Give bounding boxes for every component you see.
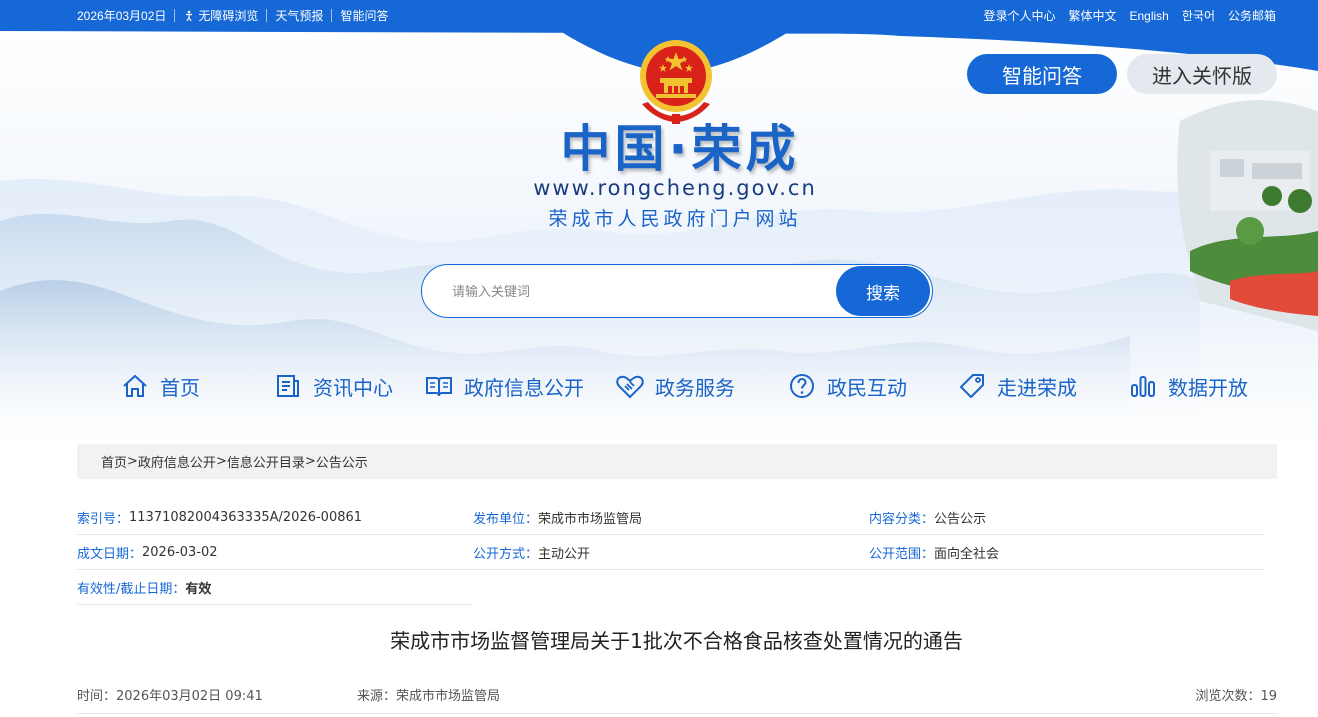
divider <box>266 9 268 22</box>
meta-value: 2026-03-02 <box>142 544 218 560</box>
meta-value: 公告公示 <box>934 511 987 527</box>
meta-index: 索引号： 11371082004363335A/2026-00861 <box>77 500 473 535</box>
meta-method: 公开方式： 主动公开 <box>473 535 869 570</box>
banner: 智能问答 进入关怀版 中国·荣成 www.rongcheng.gov.cn 荣成… <box>0 31 1318 441</box>
site-subtitle: 荣成市人民政府门户网站 <box>548 208 802 230</box>
english-link[interactable]: English <box>1130 9 1169 23</box>
nav-item-about[interactable]: 走进荣成 <box>957 368 1077 404</box>
nav-item-open-data[interactable]: 数据开放 <box>1128 368 1248 404</box>
breadcrumb-gov-info[interactable]: 政府信息公开 <box>138 452 216 471</box>
traditional-chinese-link[interactable]: 繁体中文 <box>1068 7 1116 24</box>
accessibility-icon <box>186 10 193 21</box>
meta-date: 成文日期： 2026-03-02 <box>77 535 473 570</box>
top-bar-left: 2026年03月02日 无障碍浏览 天气预报 智能问答 <box>77 0 388 31</box>
home-icon <box>123 374 147 397</box>
meta-label: 公开范围： <box>869 546 935 562</box>
divider <box>331 9 333 22</box>
nav-item-news[interactable]: 资讯中心 <box>273 368 393 404</box>
search-button[interactable]: 搜索 <box>836 266 930 316</box>
meta-row: 索引号： 11371082004363335A/2026-00861 发布单位：… <box>77 500 1265 535</box>
meta-label: 内容分类： <box>869 511 935 527</box>
article-info-bar: 时间：2026年03月02日 09:41 来源：荣成市市场监管局 浏览次数：19 <box>77 682 1277 714</box>
breadcrumb-separator: > <box>215 454 227 469</box>
news-icon <box>277 375 299 397</box>
meta-value: 11371082004363335A/2026-00861 <box>129 509 363 525</box>
nav-label: 走进荣成 <box>997 375 1077 400</box>
search-box: 搜索 <box>421 264 933 318</box>
site-title: 中国·荣成 <box>560 120 800 178</box>
article-time: 时间：2026年03月02日 09:41 <box>77 689 263 704</box>
nav-item-services[interactable]: 政务服务 <box>615 368 735 404</box>
meta-scope: 公开范围： 面向全社会 <box>869 535 1265 570</box>
smart-qa-button[interactable]: 智能问答 <box>967 54 1117 94</box>
nav-item-home[interactable]: 首页 <box>120 368 200 404</box>
breadcrumb-current[interactable]: 公告公示 <box>316 452 368 471</box>
breadcrumb: 首页 > 政府信息公开 > 信息公开目录 > 公告公示 <box>77 444 1277 479</box>
article-views: 浏览次数：19 <box>1195 689 1277 704</box>
article-source: 来源：荣成市市场监管局 <box>357 689 501 704</box>
divider <box>174 9 176 22</box>
nav-label: 政务服务 <box>655 375 735 400</box>
meta-publisher: 发布单位： 荣成市市场监管局 <box>473 500 869 535</box>
official-mail-link[interactable]: 公务邮箱 <box>1228 7 1276 24</box>
site-url: www.rongcheng.gov.cn <box>533 176 817 200</box>
current-date: 2026年03月02日 <box>77 9 167 23</box>
nav-label: 政府信息公开 <box>464 375 584 400</box>
care-mode-button[interactable]: 进入关怀版 <box>1127 54 1277 94</box>
breadcrumb-home[interactable]: 首页 <box>101 452 127 471</box>
meta-label: 成文日期： <box>77 546 143 562</box>
question-icon <box>790 374 814 398</box>
nav-label: 数据开放 <box>1168 375 1248 400</box>
meta-row: 成文日期： 2026-03-02 公开方式： 主动公开 公开范围： 面向全社会 <box>77 535 1265 570</box>
login-link[interactable]: 登录个人中心 <box>983 7 1055 24</box>
breadcrumb-separator: > <box>127 454 138 469</box>
document-meta-table: 索引号： 11371082004363335A/2026-00861 发布单位：… <box>77 500 1265 605</box>
accessibility-link[interactable]: 无障碍浏览 <box>183 7 258 24</box>
accessibility-label: 无障碍浏览 <box>198 9 259 23</box>
search-input[interactable] <box>452 279 832 305</box>
book-icon <box>426 377 452 397</box>
meta-value: 主动公开 <box>538 546 591 562</box>
nav-label: 政民互动 <box>827 375 907 400</box>
breadcrumb-catalog[interactable]: 信息公开目录 <box>227 452 305 471</box>
meta-value: 有效 <box>185 581 212 597</box>
article-title: 荣成市市场监督管理局关于1批次不合格食品核查处置情况的通告 <box>390 629 963 653</box>
meta-category: 内容分类： 公告公示 <box>869 500 1265 535</box>
qa-link[interactable]: 智能问答 <box>340 7 388 24</box>
meta-label: 公开方式： <box>473 546 539 562</box>
breadcrumb-separator: > <box>304 454 316 469</box>
handshake-icon <box>616 375 644 399</box>
korean-link[interactable]: 한국어 <box>1182 7 1215 24</box>
bar-chart-icon <box>1131 376 1155 397</box>
nav-item-gov-info[interactable]: 政府信息公开 <box>424 368 584 404</box>
meta-value: 面向全社会 <box>934 546 1000 562</box>
nav-label: 首页 <box>160 375 200 400</box>
meta-label: 有效性/截止日期： <box>77 581 186 597</box>
top-bar: 2026年03月02日 无障碍浏览 天气预报 智能问答 登录个人中心 繁体中文 … <box>0 0 1318 31</box>
main-nav: 首页 资讯中心 政府信息公开 政务服务 政民互动 走进荣成 数据开放 <box>0 368 1318 404</box>
meta-value: 荣成市市场监管局 <box>538 511 643 527</box>
nav-label: 资讯中心 <box>313 375 393 400</box>
top-bar-right: 登录个人中心 繁体中文 English 한국어 公务邮箱 <box>983 0 1276 31</box>
weather-link[interactable]: 天气预报 <box>275 7 323 24</box>
nav-item-interaction[interactable]: 政民互动 <box>787 368 907 404</box>
meta-validity: 有效性/截止日期： 有效 <box>77 570 473 605</box>
meta-label: 索引号： <box>77 511 130 527</box>
meta-label: 发布单位： <box>473 511 539 527</box>
tag-icon <box>960 374 984 398</box>
meta-row: 有效性/截止日期： 有效 <box>77 570 1265 605</box>
